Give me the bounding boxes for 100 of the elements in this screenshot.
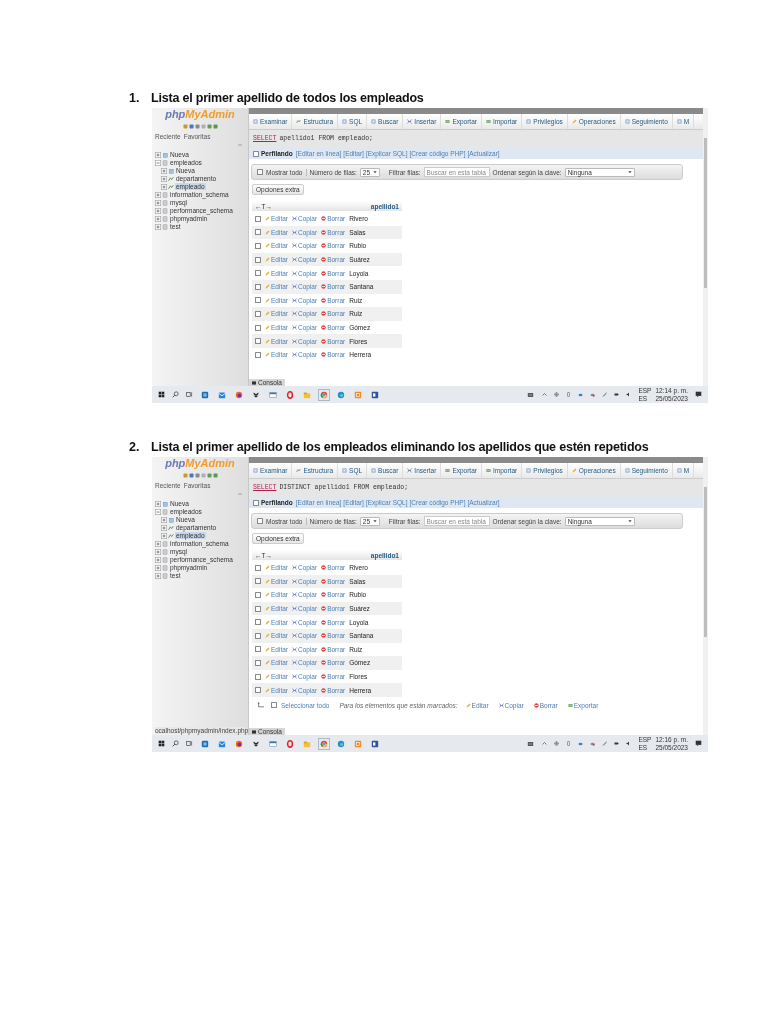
expand-icon[interactable] <box>155 223 161 230</box>
checkbox[interactable] <box>255 283 261 290</box>
windows-start-icon[interactable] <box>158 391 165 398</box>
app-icon[interactable] <box>235 390 243 399</box>
checkbox[interactable] <box>255 646 261 653</box>
checkbox[interactable] <box>255 338 261 345</box>
pen-icon[interactable] <box>602 741 608 746</box>
tab-icon <box>371 468 377 473</box>
checkbox[interactable] <box>255 564 261 571</box>
checkbox[interactable] <box>255 324 261 331</box>
checkbox[interactable] <box>255 351 261 358</box>
pen-icon[interactable] <box>602 392 608 397</box>
usb-icon[interactable] <box>566 392 572 397</box>
collapse-icon[interactable] <box>155 159 161 166</box>
collapse-icon[interactable] <box>155 508 161 515</box>
expand-icon[interactable] <box>155 199 161 206</box>
network-icon[interactable] <box>554 392 560 397</box>
usb-icon[interactable] <box>566 741 572 746</box>
battery-icon[interactable] <box>614 741 620 746</box>
keyboard-icon[interactable] <box>526 740 536 747</box>
app-icon[interactable] <box>252 390 260 399</box>
expand-icon[interactable] <box>155 215 161 222</box>
expand-icon[interactable] <box>155 556 161 563</box>
search-icon[interactable] <box>172 391 179 398</box>
copy-icon <box>292 660 297 666</box>
checkbox[interactable] <box>255 687 261 694</box>
expand-icon[interactable] <box>155 572 161 579</box>
checkbox[interactable] <box>253 150 259 157</box>
windows-start-icon[interactable] <box>158 740 165 747</box>
chevron-up-icon[interactable] <box>542 392 548 397</box>
expand-icon[interactable] <box>155 191 161 198</box>
scrollbar[interactable] <box>703 108 708 386</box>
checkbox[interactable] <box>255 605 261 612</box>
expand-icon[interactable] <box>161 175 167 182</box>
pencil-icon <box>265 297 270 303</box>
tab-icon <box>253 468 258 473</box>
logo-text: MyAdmin <box>185 109 235 120</box>
expand-icon[interactable] <box>155 564 161 571</box>
checkbox[interactable] <box>255 243 261 249</box>
delete-icon <box>321 216 327 222</box>
chevron-up-icon[interactable] <box>542 741 548 746</box>
checkbox[interactable] <box>253 499 259 506</box>
expand-icon[interactable] <box>155 540 161 547</box>
keyboard-icon[interactable] <box>526 391 536 398</box>
battery-icon[interactable] <box>614 392 620 397</box>
pencil-icon <box>265 660 270 666</box>
network-icon[interactable] <box>554 741 560 746</box>
delete-icon <box>321 243 327 249</box>
checkbox[interactable] <box>255 632 261 639</box>
notification-icon[interactable] <box>695 740 702 747</box>
checkbox[interactable] <box>255 673 261 680</box>
checkbox[interactable] <box>255 619 261 626</box>
app-icon[interactable] <box>252 739 260 748</box>
expand-icon[interactable] <box>155 500 161 507</box>
checkbox[interactable] <box>255 215 261 222</box>
checkbox[interactable] <box>255 578 261 585</box>
expand-icon[interactable] <box>161 524 167 531</box>
checkbox[interactable] <box>271 702 277 709</box>
checkbox[interactable] <box>255 270 261 277</box>
search-icon[interactable] <box>172 740 179 747</box>
new-icon <box>168 516 174 523</box>
copy-icon <box>292 216 297 222</box>
expand-icon[interactable] <box>155 548 161 555</box>
copy-icon <box>292 352 297 358</box>
tab-icon <box>676 119 682 124</box>
expand-icon[interactable] <box>155 151 161 158</box>
delete-icon <box>321 297 327 303</box>
app-icon[interactable] <box>235 739 243 748</box>
tab-icon <box>371 119 377 124</box>
checkbox[interactable] <box>257 169 263 175</box>
console-icon <box>252 729 256 734</box>
logo-text: MyAdmin <box>185 458 235 469</box>
checkbox[interactable] <box>255 592 261 598</box>
checkbox[interactable] <box>255 659 261 666</box>
delete-icon <box>321 646 327 652</box>
checkbox[interactable] <box>257 518 263 524</box>
expand-icon[interactable] <box>161 532 167 539</box>
tab-icon <box>571 468 577 473</box>
scrollbar[interactable] <box>703 457 708 735</box>
copy-icon <box>292 270 297 276</box>
expand-icon[interactable] <box>161 516 167 523</box>
checkbox[interactable] <box>255 297 261 304</box>
expand-icon[interactable] <box>155 207 161 214</box>
checkbox[interactable] <box>255 310 261 317</box>
delete-icon <box>321 257 327 263</box>
expand-icon[interactable] <box>161 167 167 174</box>
expand-icon[interactable] <box>161 183 167 190</box>
checkbox[interactable] <box>255 229 261 236</box>
checkbox[interactable] <box>255 256 261 263</box>
notification-icon[interactable] <box>695 391 702 398</box>
copy-icon <box>292 257 297 263</box>
tab-icon <box>253 119 258 124</box>
app-icon[interactable] <box>371 739 379 748</box>
delete-icon <box>321 674 327 680</box>
task-view-icon[interactable] <box>186 391 193 398</box>
delete-icon <box>321 578 327 584</box>
tab-icon <box>676 468 682 473</box>
task-view-icon[interactable] <box>186 740 193 747</box>
console-icon <box>252 380 256 385</box>
app-icon[interactable] <box>371 390 379 399</box>
